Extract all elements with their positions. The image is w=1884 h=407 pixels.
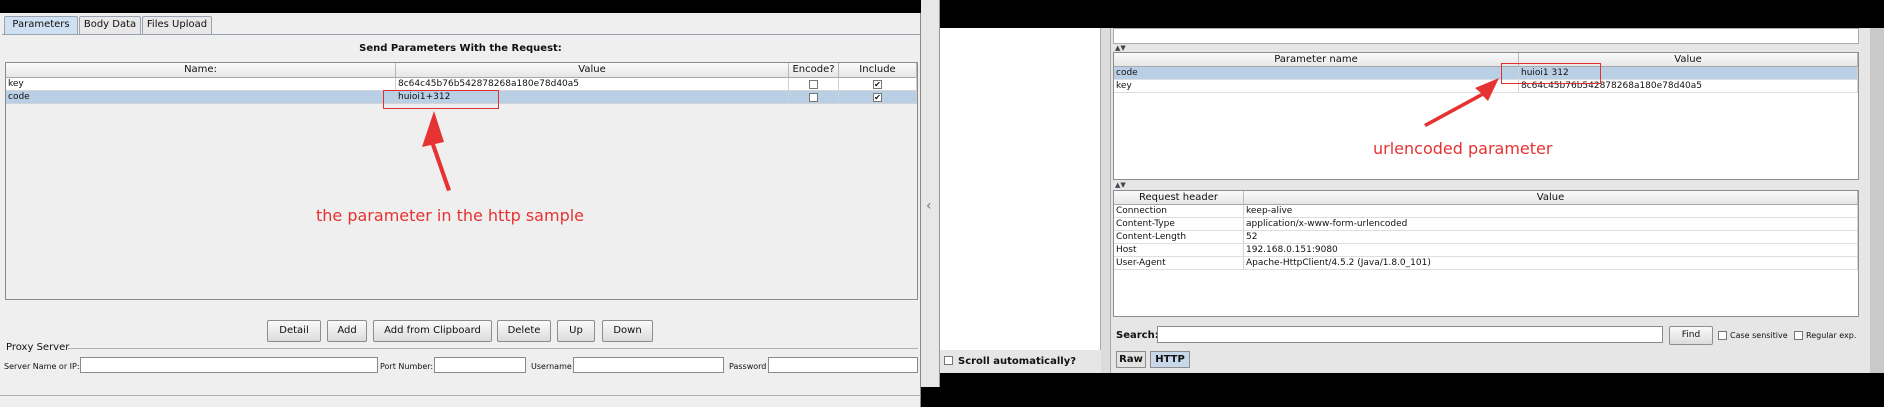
tab-raw[interactable]: Raw bbox=[1116, 351, 1146, 368]
header-name[interactable]: User-Agent bbox=[1114, 257, 1244, 270]
tab-http[interactable]: HTTP bbox=[1150, 351, 1190, 368]
table-row[interactable]: Host 192.168.0.151:9080 bbox=[1114, 244, 1858, 257]
header-value[interactable]: application/x-www-form-urlencoded bbox=[1244, 218, 1858, 231]
param-name[interactable]: key bbox=[6, 78, 396, 91]
scroll-auto-label: Scroll automatically? bbox=[958, 356, 1077, 367]
include-equals-checkbox[interactable]: ✔ bbox=[873, 93, 882, 102]
annotation-text: urlencoded parameter bbox=[1373, 139, 1553, 158]
server-name-label: Server Name or IP: bbox=[4, 362, 80, 371]
header-value[interactable]: keep-alive bbox=[1244, 205, 1858, 218]
table-row[interactable]: Content-Length 52 bbox=[1114, 231, 1858, 244]
table-row[interactable]: User-Agent Apache-HttpClient/4.5.2 (Java… bbox=[1114, 257, 1858, 270]
delete-button[interactable]: Delete bbox=[497, 320, 551, 342]
results-tree[interactable] bbox=[940, 28, 1101, 350]
column-header-value[interactable]: Value bbox=[396, 63, 789, 78]
table-row[interactable]: Content-Type application/x-www-form-urle… bbox=[1114, 218, 1858, 231]
header-name[interactable]: Connection bbox=[1114, 205, 1244, 218]
splitter-icon[interactable]: ▲▼ bbox=[1115, 45, 1126, 52]
include-equals-cell: ✔ bbox=[839, 91, 917, 104]
section-title: Send Parameters With the Request: bbox=[359, 43, 562, 54]
find-button[interactable]: Find bbox=[1669, 326, 1713, 345]
annotation-text: the parameter in the http sample bbox=[316, 206, 585, 225]
splitter-icon[interactable]: ▲▼ bbox=[1115, 182, 1126, 189]
window-edge bbox=[1870, 28, 1884, 373]
regular-exp-checkbox[interactable] bbox=[1794, 331, 1803, 340]
header-name[interactable]: Content-Type bbox=[1114, 218, 1244, 231]
password-label: Password bbox=[729, 362, 767, 371]
split-pane-divider[interactable] bbox=[921, 0, 940, 387]
param-name[interactable]: code bbox=[6, 91, 396, 104]
column-header-header-value[interactable]: Value bbox=[1244, 191, 1858, 205]
detail-button[interactable]: Detail bbox=[267, 320, 321, 342]
case-sensitive-label: Case sensitive bbox=[1730, 331, 1788, 340]
header-value[interactable]: 52 bbox=[1244, 231, 1858, 244]
column-header-parameter-name[interactable]: Parameter name bbox=[1114, 53, 1519, 67]
add-button[interactable]: Add bbox=[327, 320, 367, 342]
port-number-field[interactable] bbox=[434, 357, 526, 373]
tab-files-upload[interactable]: Files Upload bbox=[142, 16, 212, 34]
table-row[interactable]: Connection keep-alive bbox=[1114, 205, 1858, 218]
collapse-left-icon[interactable]: ‹ bbox=[926, 198, 932, 214]
annotation-arrow bbox=[422, 111, 451, 191]
add-from-clipboard-button[interactable]: Add from Clipboard bbox=[373, 320, 492, 342]
proxy-divider bbox=[68, 348, 918, 349]
search-label: Search: bbox=[1116, 330, 1159, 341]
down-button[interactable]: Down bbox=[602, 320, 653, 342]
server-name-field[interactable] bbox=[80, 357, 378, 373]
column-header-include-equals[interactable]: Include Equals? bbox=[839, 63, 917, 89]
tab-body-data[interactable]: Body Data bbox=[79, 16, 141, 34]
highlight-box bbox=[1501, 63, 1601, 84]
include-equals-checkbox[interactable]: ✔ bbox=[873, 80, 882, 89]
sampler-result-area bbox=[1113, 28, 1859, 44]
header-name[interactable]: Host bbox=[1114, 244, 1244, 257]
regular-exp-label: Regular exp. bbox=[1806, 331, 1857, 340]
search-input[interactable] bbox=[1157, 326, 1663, 343]
highlight-box bbox=[383, 90, 499, 109]
column-header-request-header[interactable]: Request header bbox=[1114, 191, 1244, 205]
port-number-label: Port Number: bbox=[380, 362, 434, 371]
encode-checkbox[interactable] bbox=[809, 93, 818, 102]
proxy-server-title: Proxy Server bbox=[6, 342, 70, 353]
username-label: Username bbox=[531, 362, 572, 371]
header-name[interactable]: Content-Length bbox=[1114, 231, 1244, 244]
encode-cell bbox=[789, 91, 839, 104]
column-header-encode[interactable]: Encode? bbox=[789, 63, 839, 78]
tab-parameters[interactable]: Parameters bbox=[4, 16, 78, 34]
annotation-arrow bbox=[1424, 78, 1499, 127]
case-sensitive-checkbox[interactable] bbox=[1718, 331, 1727, 340]
bottom-divider bbox=[0, 395, 921, 396]
encode-checkbox[interactable] bbox=[809, 80, 818, 89]
username-field[interactable] bbox=[573, 357, 724, 373]
tree-scrollbar[interactable] bbox=[1101, 28, 1111, 373]
scroll-auto-checkbox[interactable] bbox=[944, 356, 953, 365]
password-field[interactable] bbox=[768, 357, 918, 373]
http-request-parameters-panel: Parameters Body Data Files Upload Send P… bbox=[0, 13, 921, 407]
tab-divider bbox=[2, 34, 921, 35]
request-headers-table: Request header Value Connection keep-ali… bbox=[1113, 190, 1859, 317]
up-button[interactable]: Up bbox=[557, 320, 595, 342]
include-equals-cell: ✔ bbox=[839, 78, 917, 91]
encode-cell bbox=[789, 78, 839, 91]
header-value[interactable]: 192.168.0.151:9080 bbox=[1244, 244, 1858, 257]
column-header-name[interactable]: Name: bbox=[6, 63, 396, 78]
header-value[interactable]: Apache-HttpClient/4.5.2 (Java/1.8.0_101) bbox=[1244, 257, 1858, 270]
